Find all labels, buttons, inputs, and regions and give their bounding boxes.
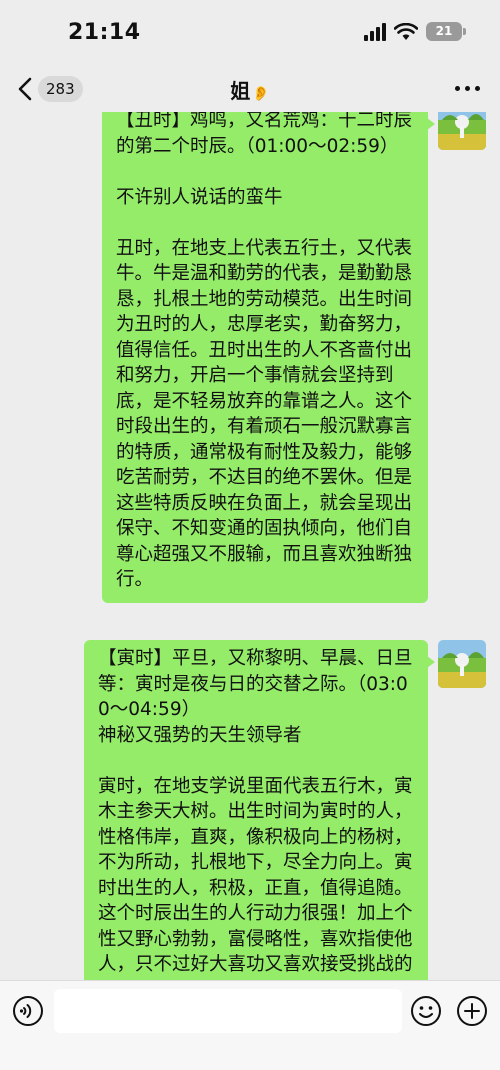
chat-title-text: 姐	[230, 79, 251, 103]
voice-input-icon[interactable]	[12, 995, 44, 1027]
avatar[interactable]	[438, 640, 486, 688]
message-bubble[interactable]: 【丑时】鸡鸣，又名荒鸡：十二时辰的第二个时辰。（01:00～02:59） 不许别…	[102, 112, 435, 603]
message-row: 【寅时】平旦，又称黎明、早晨、日旦等：寅时是夜与日的交替之际。（03:00～04…	[84, 640, 486, 980]
add-icon[interactable]	[456, 995, 488, 1027]
message-row: 【丑时】鸡鸣，又名荒鸡：十二时辰的第二个时辰。（01:00～02:59） 不许别…	[102, 112, 486, 603]
wifi-icon	[394, 22, 418, 40]
signal-icon	[364, 22, 386, 41]
status-icons: 21	[364, 22, 466, 41]
input-bar	[0, 980, 500, 1070]
chat-area[interactable]: 【丑时】鸡鸣，又名荒鸡：十二时辰的第二个时辰。（01:00～02:59） 不许别…	[0, 112, 500, 980]
nav-bar: 283 姐 👂	[0, 66, 500, 112]
ear-icon: 👂	[252, 86, 270, 102]
more-options-icon[interactable]	[455, 86, 480, 91]
message-bubble[interactable]: 【寅时】平旦，又称黎明、早晨、日旦等：寅时是夜与日的交替之际。（03:00～04…	[84, 640, 435, 980]
battery-icon: 21	[426, 22, 466, 41]
status-time: 21:14	[68, 20, 141, 45]
avatar[interactable]	[438, 112, 486, 150]
message-input[interactable]	[54, 989, 402, 1033]
avatar-image	[438, 640, 486, 688]
chat-title: 姐 👂	[0, 75, 500, 104]
emoji-icon[interactable]	[410, 995, 442, 1027]
avatar-image	[438, 112, 486, 150]
status-bar: 21:14 21	[0, 0, 500, 66]
